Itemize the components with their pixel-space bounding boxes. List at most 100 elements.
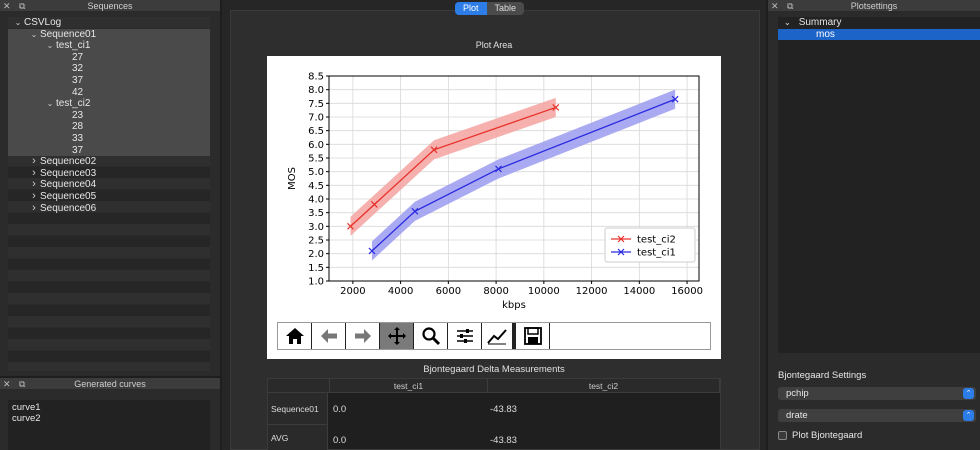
tree-item[interactable]: 42: [8, 86, 210, 99]
x-tick-label: 2000: [340, 286, 365, 297]
x-tick-label: 10000: [528, 286, 560, 297]
forward-button[interactable]: [346, 323, 380, 349]
home-button[interactable]: [278, 323, 312, 349]
curves-title-bar[interactable]: ✕ ⧉ Generated curves: [0, 378, 220, 390]
cell-avg-test-ci1[interactable]: 0.0: [333, 435, 346, 446]
column-header-test-ci2[interactable]: test_ci2: [488, 379, 720, 393]
plot-bjontegaard-checkbox[interactable]: [778, 431, 787, 440]
plotsettings-item-label: Summary: [798, 17, 842, 28]
tree-item[interactable]: › Sequence05: [8, 190, 210, 203]
mos-chart[interactable]: 2000 4000 6000 8000 10000 12000 14000 16000 1.0 1…: [267, 56, 721, 321]
tree-item-label: 32: [72, 63, 84, 75]
cell-sequence01-test-ci2[interactable]: -43.83: [490, 404, 517, 415]
bjontegaard-table[interactable]: test_ci1 test_ci2 Sequence01 0.0 -43.83 …: [267, 378, 721, 450]
tree-item[interactable]: 27: [8, 51, 210, 64]
tree-item[interactable]: ⌄ test_ci1: [8, 40, 210, 52]
tree-item[interactable]: 32: [8, 63, 210, 75]
save-icon: [523, 327, 542, 345]
plot-area-title: Plot Area: [475, 40, 513, 50]
save-figure-button[interactable]: [516, 323, 550, 349]
plot-canvas[interactable]: 2000 4000 6000 8000 10000 12000 14000 16000 1.0 1…: [267, 56, 721, 359]
row-label-sequence01[interactable]: Sequence01: [268, 393, 328, 425]
tree-item-label: test_ci1: [56, 40, 91, 52]
plot-bjontegaard-label: Plot Bjontegaard: [792, 430, 863, 441]
tree-item[interactable]: 37: [8, 74, 210, 87]
tree-item[interactable]: 33: [8, 132, 210, 145]
tree-item-label: 37: [72, 144, 84, 156]
dock-close-float-icon[interactable]: ✕ ⧉: [3, 0, 28, 12]
pan-button[interactable]: [380, 323, 414, 349]
cell-sequence01-test-ci1[interactable]: 0.0: [333, 404, 346, 415]
chevron-right-icon[interactable]: ›: [28, 156, 40, 168]
column-header-test-ci1[interactable]: test_ci1: [330, 379, 488, 393]
tree-item-label: 42: [72, 86, 84, 98]
legend-label: test_ci2: [637, 235, 676, 246]
zoom-button[interactable]: [414, 323, 448, 349]
tab-table[interactable]: Table: [486, 2, 525, 15]
tree-item[interactable]: › Sequence02: [8, 156, 210, 168]
x-tick-label: 6000: [436, 286, 461, 297]
table-corner: [268, 379, 330, 393]
chevron-right-icon[interactable]: ›: [28, 190, 40, 203]
y-tick-label: 6.5: [308, 126, 324, 137]
dock-close-float-icon[interactable]: ✕ ⧉: [3, 378, 28, 390]
tree-item[interactable]: › Sequence06: [8, 202, 210, 215]
plotsettings-panel: ✕ ⧉ Plotsettings ⌄ Summary mos Bjontegaard…: [768, 0, 980, 450]
y-tick-label: 1.5: [308, 263, 324, 274]
y-tick-label: 3.5: [308, 208, 324, 219]
chevron-down-icon[interactable]: ⌄: [28, 29, 40, 41]
tree-item[interactable]: 28: [8, 121, 210, 133]
forward-arrow-icon: [354, 329, 371, 343]
curve-list-item[interactable]: curve2: [12, 413, 206, 424]
tree-item-label: Sequence04: [40, 179, 97, 191]
tab-plot[interactable]: Plot: [455, 2, 487, 15]
tree-item[interactable]: ⌄ test_ci2: [8, 98, 210, 110]
back-button[interactable]: [312, 323, 346, 349]
tree-item-label: 27: [72, 51, 84, 63]
plotsettings-tree[interactable]: ⌄ Summary mos: [778, 17, 980, 353]
x-tick-label: 8000: [483, 286, 508, 297]
cell-avg-test-ci2[interactable]: -43.83: [490, 435, 517, 446]
back-arrow-icon: [320, 329, 337, 343]
chevron-down-icon[interactable]: ⌄: [784, 18, 791, 27]
configure-subplots-button[interactable]: [448, 323, 482, 349]
bjontegaard-settings-label: Bjontegaard Settings: [778, 370, 867, 381]
row-label-avg[interactable]: AVG: [268, 425, 328, 450]
tree-item[interactable]: 37: [8, 144, 210, 157]
chevron-updown-icon: ⌃: [963, 388, 974, 399]
edit-axis-icon: [487, 329, 507, 345]
plotsettings-item[interactable]: ⌄ Summary: [778, 17, 980, 29]
chevron-updown-icon: ⌃: [963, 410, 974, 421]
chevron-down-icon[interactable]: ⌄: [44, 40, 56, 52]
sequences-title-bar[interactable]: ✕ ⧉ Sequences: [0, 0, 220, 12]
tree-item[interactable]: › Sequence04: [8, 179, 210, 191]
plotsettings-title: Plotsettings: [850, 1, 898, 11]
plotsettings-item[interactable]: mos: [778, 28, 980, 40]
interpolation-value: pchip: [786, 388, 809, 399]
y-tick-label: 2.5: [308, 236, 324, 247]
generated-curves-panel: ✕ ⧉ Generated curves curve1 curve2: [0, 378, 220, 450]
x-tick-label: 4000: [388, 286, 413, 297]
sequence-tree[interactable]: ⌄ CSVLog ⌄ Sequence01 ⌄ test_ci1 27 32 37 42 ⌄ test…: [8, 17, 210, 371]
chevron-right-icon[interactable]: ›: [28, 202, 40, 215]
plotsettings-title-bar[interactable]: ✕ ⧉ Plotsettings: [768, 0, 980, 12]
dock-close-float-icon[interactable]: ✕ ⧉: [771, 0, 796, 12]
bjontegaard-title: Bjontegaard Delta Measurements: [423, 364, 565, 375]
tree-item-label: CSVLog: [24, 17, 62, 28]
tree-item[interactable]: 23: [8, 109, 210, 122]
curves-list[interactable]: curve1 curve2: [8, 400, 210, 450]
chevron-down-icon[interactable]: ⌄: [44, 98, 56, 110]
chevron-down-icon[interactable]: ⌄: [12, 17, 24, 29]
mode-combo[interactable]: drate ⌃: [778, 409, 976, 422]
interpolation-combo[interactable]: pchip ⌃: [778, 387, 976, 400]
curves-title: Generated curves: [74, 379, 146, 389]
x-axis-label: kbps: [502, 300, 526, 311]
tree-item-label: 33: [72, 132, 84, 144]
tree-item-label: 28: [72, 121, 84, 133]
curve-list-item[interactable]: curve1: [12, 402, 206, 413]
plot-bjontegaard-row[interactable]: Plot Bjontegaard: [778, 430, 862, 441]
tree-item[interactable]: ⌄ CSVLog: [8, 17, 210, 29]
tree-item[interactable]: ⌄ Sequence01: [8, 28, 210, 41]
edit-axis-button[interactable]: [482, 323, 516, 349]
tree-item[interactable]: › Sequence03: [8, 167, 210, 180]
